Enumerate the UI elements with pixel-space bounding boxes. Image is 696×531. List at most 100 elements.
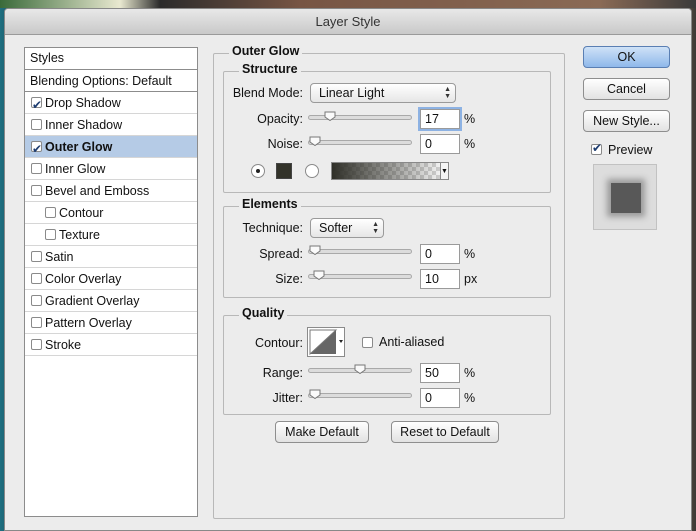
jitter-slider[interactable] xyxy=(308,389,412,399)
gradient-dropdown-icon[interactable]: ▼ xyxy=(440,162,449,180)
preview-thumbnail xyxy=(593,164,657,230)
style-item-label: Texture xyxy=(59,228,100,242)
range-unit: % xyxy=(464,366,476,380)
spread-field[interactable]: 0 xyxy=(420,244,460,264)
blend-mode-value: Linear Light xyxy=(319,86,385,100)
style-checkbox[interactable] xyxy=(31,138,42,160)
preview-label: Preview xyxy=(608,143,653,157)
style-checkbox[interactable] xyxy=(31,185,42,196)
contour-picker[interactable] xyxy=(307,327,345,357)
opacity-label: Opacity: xyxy=(257,112,303,126)
styles-header[interactable]: Styles xyxy=(25,48,197,70)
style-checkbox[interactable] xyxy=(31,163,42,174)
style-item-gradient-overlay[interactable]: Gradient Overlay xyxy=(25,290,197,312)
new-style-button[interactable]: New Style... xyxy=(583,110,670,132)
spread-slider[interactable] xyxy=(308,245,412,255)
window-title: Layer Style xyxy=(5,9,691,35)
style-item-drop-shadow[interactable]: Drop Shadow xyxy=(25,92,197,116)
style-checkbox[interactable] xyxy=(31,273,42,284)
range-slider-thumb[interactable] xyxy=(354,364,366,374)
range-slider[interactable] xyxy=(308,364,412,374)
style-item-texture[interactable]: Texture xyxy=(25,224,197,246)
style-item-label: Color Overlay xyxy=(45,272,122,286)
style-item-pattern-overlay[interactable]: Pattern Overlay xyxy=(25,312,197,334)
style-checkbox[interactable] xyxy=(31,317,42,328)
style-item-inner-glow[interactable]: Inner Glow xyxy=(25,158,197,180)
style-checkbox[interactable] xyxy=(45,229,56,240)
opacity-unit: % xyxy=(464,112,476,126)
style-item-inner-shadow[interactable]: Inner Shadow xyxy=(25,114,197,136)
anti-aliased-checkbox[interactable] xyxy=(362,337,373,348)
solid-color-radio[interactable] xyxy=(251,164,265,178)
blend-mode-select[interactable]: Linear Light ▲ ▼ xyxy=(310,83,456,103)
style-item-label: Inner Shadow xyxy=(45,118,123,132)
style-item-color-overlay[interactable]: Color Overlay xyxy=(25,268,197,290)
style-item-stroke[interactable]: Stroke xyxy=(25,334,197,356)
style-checkbox[interactable] xyxy=(31,251,42,262)
layer-style-dialog: Layer Style Styles Blending Options: Def… xyxy=(4,8,692,531)
anti-aliased-label: Anti-aliased xyxy=(379,335,445,349)
style-checkbox[interactable] xyxy=(31,94,42,116)
style-item-label: Stroke xyxy=(45,338,82,352)
style-item-label: Bevel and Emboss xyxy=(45,184,150,198)
styles-list: Styles Blending Options: Default Drop Sh… xyxy=(24,47,198,517)
jitter-label: Jitter: xyxy=(272,391,303,405)
updown-arrows-icon: ▲ ▼ xyxy=(444,86,451,100)
range-field[interactable]: 50 xyxy=(420,363,460,383)
size-field[interactable]: 10 xyxy=(420,269,460,289)
outer-glow-title: Outer Glow xyxy=(229,44,303,58)
quality-title: Quality xyxy=(239,306,288,320)
style-item-label: Outer Glow xyxy=(45,140,113,154)
preview-square xyxy=(611,183,641,213)
contour-label: Contour: xyxy=(255,336,303,350)
size-label: Size: xyxy=(275,272,303,286)
glow-color-swatch[interactable] xyxy=(276,163,292,179)
noise-slider[interactable] xyxy=(308,136,412,146)
style-item-label: Drop Shadow xyxy=(45,96,121,110)
jitter-field[interactable]: 0 xyxy=(420,388,460,408)
noise-label: Noise: xyxy=(267,137,303,151)
blending-options-item[interactable]: Blending Options: Default xyxy=(25,70,197,92)
preview-checkbox[interactable] xyxy=(591,141,602,155)
spread-label: Spread: xyxy=(259,247,303,261)
style-item-label: Gradient Overlay xyxy=(45,294,140,308)
style-item-satin[interactable]: Satin xyxy=(25,246,197,268)
glow-gradient-picker[interactable]: ▼ xyxy=(331,162,449,180)
make-default-button[interactable]: Make Default xyxy=(275,421,369,443)
reset-to-default-button[interactable]: Reset to Default xyxy=(391,421,499,443)
cancel-button[interactable]: Cancel xyxy=(583,78,670,100)
jitter-slider-thumb[interactable] xyxy=(309,389,321,399)
style-item-contour[interactable]: Contour xyxy=(25,202,197,224)
size-unit: px xyxy=(464,272,478,286)
technique-value: Softer xyxy=(319,221,353,235)
style-item-label: Pattern Overlay xyxy=(45,316,132,330)
elements-title: Elements xyxy=(239,197,301,211)
spread-unit: % xyxy=(464,247,476,261)
style-checkbox[interactable] xyxy=(31,119,42,130)
range-label: Range: xyxy=(262,366,303,380)
technique-select[interactable]: Softer ▲ ▼ xyxy=(310,218,384,238)
blend-mode-label: Blend Mode: xyxy=(232,86,303,100)
technique-label: Technique: xyxy=(242,221,303,235)
spread-slider-thumb[interactable] xyxy=(309,245,321,255)
style-checkbox[interactable] xyxy=(31,295,42,306)
style-item-label: Contour xyxy=(59,206,104,220)
size-slider-thumb[interactable] xyxy=(313,270,325,280)
size-slider[interactable] xyxy=(308,270,412,280)
style-item-outer-glow[interactable]: Outer Glow xyxy=(25,136,197,160)
structure-title: Structure xyxy=(239,62,301,76)
gradient-radio[interactable] xyxy=(305,164,319,178)
jitter-unit: % xyxy=(464,391,476,405)
opacity-slider[interactable] xyxy=(308,111,412,121)
style-item-bevel-and-emboss[interactable]: Bevel and Emboss xyxy=(25,180,197,202)
style-checkbox[interactable] xyxy=(45,207,56,218)
noise-slider-thumb[interactable] xyxy=(309,136,321,146)
opacity-field[interactable]: 17 xyxy=(420,109,460,129)
noise-field[interactable]: 0 xyxy=(420,134,460,154)
opacity-slider-thumb[interactable] xyxy=(324,111,336,121)
updown-arrows-icon: ▲ ▼ xyxy=(372,221,379,235)
noise-unit: % xyxy=(464,137,476,151)
ok-button[interactable]: OK xyxy=(583,46,670,68)
style-checkbox[interactable] xyxy=(31,339,42,350)
style-item-label: Inner Glow xyxy=(45,162,106,176)
